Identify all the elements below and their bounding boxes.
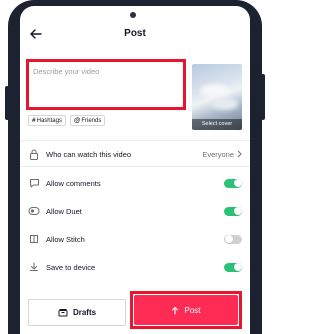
stitch-icon xyxy=(28,233,40,245)
cover-cloud xyxy=(200,84,230,98)
allow-stitch-toggle[interactable] xyxy=(224,234,242,244)
allow-comments-toggle[interactable] xyxy=(224,178,242,188)
save-to-device-label: Save to device xyxy=(46,262,96,272)
allow-stitch-label: Allow Stitch xyxy=(46,234,85,244)
who-can-watch-row[interactable]: Who can watch this video Everyone xyxy=(28,145,242,163)
save-to-device-toggle[interactable] xyxy=(224,262,242,272)
post-label: Post xyxy=(184,305,201,315)
cover-cloud xyxy=(212,98,238,110)
divider xyxy=(20,166,250,167)
volume-button xyxy=(5,86,9,120)
drafts-label: Drafts xyxy=(72,308,97,317)
toggle-knob xyxy=(233,179,242,187)
at-icon: @ xyxy=(73,117,81,124)
who-can-watch-value: Everyone xyxy=(202,150,242,159)
allow-duet-row: Allow Duet xyxy=(28,202,242,220)
description-placeholder: Describe your video xyxy=(33,67,100,76)
allow-duet-label: Allow Duet xyxy=(46,206,82,216)
upload-arrow-icon xyxy=(172,306,179,315)
allow-duet-toggle[interactable] xyxy=(224,206,242,216)
allow-stitch-row: Allow Stitch xyxy=(28,230,242,248)
friends-label: Friends xyxy=(81,117,102,124)
hashtags-label: Hashtags xyxy=(36,117,62,124)
duet-icon xyxy=(28,205,40,217)
allow-comments-row: Allow comments xyxy=(28,174,242,192)
hash-icon: # xyxy=(32,117,36,124)
chevron-right-icon xyxy=(237,150,242,158)
select-cover-label[interactable]: Select cover xyxy=(192,119,242,130)
power-button xyxy=(261,74,265,120)
divider xyxy=(20,140,250,141)
who-can-watch-value-text: Everyone xyxy=(202,149,234,159)
drafts-icon xyxy=(58,309,68,317)
download-icon xyxy=(28,261,40,273)
toggle-knob xyxy=(233,207,242,215)
post-button[interactable]: Post xyxy=(134,295,238,325)
page-title: Post xyxy=(124,28,146,39)
hashtags-button[interactable]: # Hashtags xyxy=(28,115,66,126)
tag-buttons: # Hashtags @ Friends xyxy=(28,115,106,126)
toggle-knob xyxy=(224,235,233,243)
who-can-watch-label: Who can watch this video xyxy=(46,149,132,159)
header-bar: Post xyxy=(20,24,250,46)
app-screen: Post Describe your video Select cover # … xyxy=(20,6,250,334)
friends-button[interactable]: @ Friends xyxy=(69,115,106,126)
front-camera xyxy=(130,12,136,18)
cover-thumbnail[interactable]: Select cover xyxy=(192,64,242,130)
comment-icon xyxy=(28,177,40,189)
allow-comments-label: Allow comments xyxy=(46,178,101,188)
description-input[interactable]: Describe your video xyxy=(26,59,186,110)
lock-icon xyxy=(28,148,40,160)
save-to-device-row: Save to device xyxy=(28,258,242,276)
status-bar xyxy=(20,6,250,24)
toggle-knob xyxy=(233,263,242,271)
drafts-button[interactable]: Drafts xyxy=(28,299,126,326)
